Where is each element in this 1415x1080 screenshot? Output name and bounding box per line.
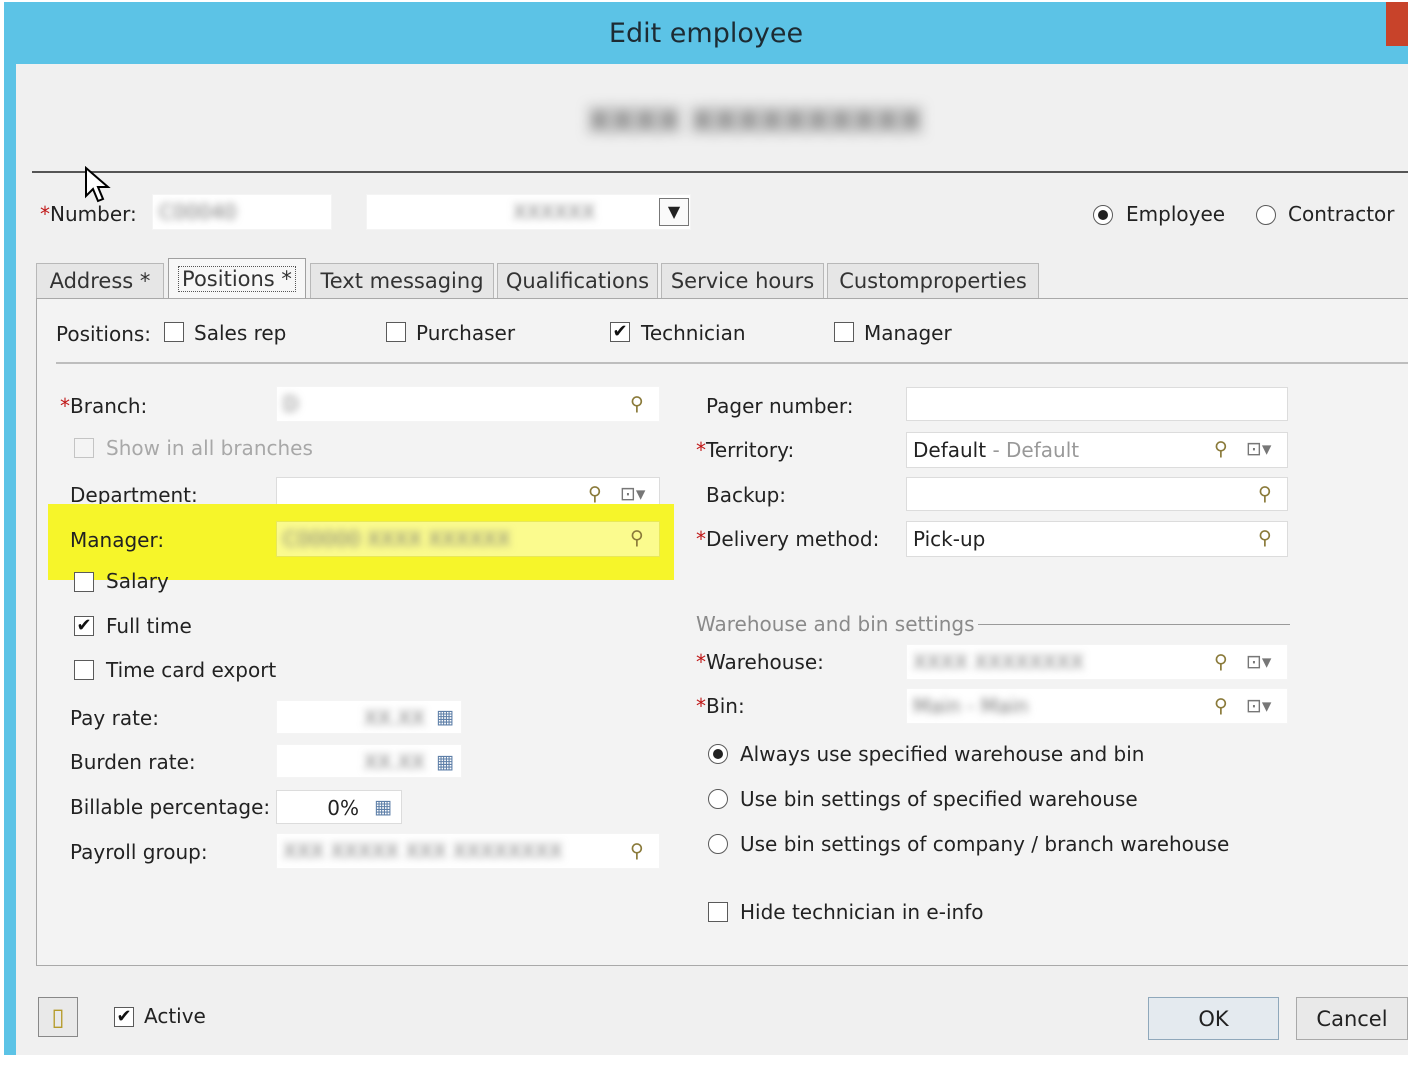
positions-divider bbox=[56, 362, 1408, 364]
tab-address[interactable]: Address * bbox=[36, 263, 164, 298]
burden-rate-field[interactable]: XX.XX bbox=[276, 744, 462, 778]
positions-label: Positions: bbox=[56, 322, 152, 346]
manager-label: Manager: bbox=[70, 528, 165, 552]
calculator-icon[interactable]: ▦ bbox=[436, 707, 454, 727]
time-card-export-label: Time card export bbox=[106, 658, 277, 682]
chevron-down-icon[interactable]: ▼ bbox=[659, 198, 689, 226]
dropdown-menu-icon[interactable]: ⊡▾ bbox=[1246, 696, 1271, 716]
dropdown-menu-icon[interactable]: ⊡▾ bbox=[1246, 652, 1271, 672]
bin-option-specified-label: Always use specified warehouse and bin bbox=[740, 742, 1145, 766]
warehouse-field[interactable]: XXXX XXXXXXXX bbox=[906, 644, 1288, 680]
search-icon[interactable]: ⚲ bbox=[1214, 439, 1228, 459]
pay-rate-field[interactable]: XX.XX bbox=[276, 700, 462, 734]
full-time-checkbox[interactable]: ✔ bbox=[74, 616, 94, 636]
tab-text-messaging[interactable]: Text messaging bbox=[310, 263, 494, 298]
active-label: Active bbox=[144, 1004, 206, 1028]
purchaser-checkbox[interactable] bbox=[386, 322, 406, 342]
pager-number-label: Pager number: bbox=[706, 394, 854, 418]
full-time-label: Full time bbox=[106, 614, 192, 638]
territory-label: *Territory: bbox=[696, 438, 795, 462]
show-all-branches-checkbox[interactable] bbox=[74, 438, 94, 458]
search-icon[interactable]: ⚲ bbox=[630, 528, 644, 548]
notes-icon[interactable]: ▯ bbox=[38, 997, 78, 1037]
bin-option-specified-radio[interactable] bbox=[708, 744, 728, 764]
mouse-cursor-icon bbox=[85, 166, 111, 203]
delivery-method-label: *Delivery method: bbox=[696, 527, 880, 551]
backup-field[interactable] bbox=[906, 477, 1288, 511]
time-card-export-checkbox[interactable] bbox=[74, 660, 94, 680]
delivery-method-field[interactable]: Pick-up bbox=[906, 521, 1288, 557]
burden-rate-label: Burden rate: bbox=[70, 750, 196, 774]
hide-technician-label: Hide technician in e-info bbox=[740, 900, 984, 924]
search-icon[interactable]: ⚲ bbox=[1258, 484, 1272, 504]
backup-label: Backup: bbox=[706, 483, 787, 507]
dropdown-menu-icon[interactable]: ⊡▾ bbox=[620, 484, 645, 504]
tab-qualifications[interactable]: Qualifications bbox=[497, 263, 658, 298]
technician-checkbox[interactable]: ✔ bbox=[610, 322, 630, 342]
bin-option-company-radio[interactable] bbox=[708, 834, 728, 854]
calculator-icon[interactable]: ▦ bbox=[436, 752, 454, 772]
hide-technician-checkbox[interactable] bbox=[708, 902, 728, 922]
technician-label: Technician bbox=[641, 321, 746, 345]
employee-name-header: XXXX XXXXXXXXXX bbox=[588, 104, 923, 139]
tab-service-hours[interactable]: Service hours bbox=[661, 263, 824, 298]
employee-radio[interactable] bbox=[1093, 205, 1113, 225]
pager-number-field[interactable] bbox=[906, 387, 1288, 421]
sales-rep-checkbox[interactable] bbox=[164, 322, 184, 342]
contractor-radio-label: Contractor bbox=[1288, 202, 1395, 226]
manager-position-label: Manager bbox=[864, 321, 952, 345]
window-title: Edit employee bbox=[608, 17, 804, 49]
bin-label: *Bin: bbox=[696, 694, 745, 718]
number-field[interactable]: C00040 bbox=[152, 194, 332, 230]
territory-field[interactable]: Default - Default bbox=[906, 432, 1288, 468]
employee-radio-label: Employee bbox=[1126, 202, 1226, 226]
contractor-radio[interactable] bbox=[1256, 205, 1276, 225]
branch-field[interactable]: D bbox=[276, 386, 660, 422]
warehouse-section-divider bbox=[978, 624, 1290, 625]
search-icon[interactable]: ⚲ bbox=[1214, 696, 1228, 716]
header-divider bbox=[32, 171, 1408, 173]
salary-label: Salary bbox=[106, 569, 169, 593]
ok-button[interactable]: OK bbox=[1148, 997, 1279, 1040]
search-icon[interactable]: ⚲ bbox=[1258, 528, 1272, 548]
manager-field[interactable]: C00000 XXXX XXXXXX bbox=[276, 521, 660, 557]
bin-option-warehouse-label: Use bin settings of specified warehouse bbox=[740, 787, 1138, 811]
salary-checkbox[interactable] bbox=[74, 572, 94, 592]
search-icon[interactable]: ⚲ bbox=[630, 841, 644, 861]
tab-positions[interactable]: Positions * bbox=[168, 258, 306, 298]
pay-rate-label: Pay rate: bbox=[70, 706, 159, 730]
billable-percentage-label: Billable percentage: bbox=[70, 795, 271, 819]
purchaser-label: Purchaser bbox=[416, 321, 516, 345]
search-icon[interactable]: ⚲ bbox=[1214, 652, 1228, 672]
edit-employee-window: Edit employee XXXX XXXXXXXXXX *Number: C… bbox=[4, 2, 1408, 1055]
bin-option-company-label: Use bin settings of company / branch war… bbox=[740, 832, 1230, 856]
show-all-branches-label: Show in all branches bbox=[106, 436, 313, 460]
payroll-group-field[interactable]: XXX XXXXX XXX XXXXXXXX bbox=[276, 833, 660, 869]
calculator-icon[interactable]: ▦ bbox=[374, 797, 392, 817]
manager-position-checkbox[interactable] bbox=[834, 322, 854, 342]
warehouse-label: *Warehouse: bbox=[696, 650, 824, 674]
bin-option-warehouse-radio[interactable] bbox=[708, 789, 728, 809]
warehouse-section-title: Warehouse and bin settings bbox=[696, 612, 975, 636]
tab-customproperties[interactable]: Customproperties bbox=[827, 263, 1039, 298]
dropdown-menu-icon[interactable]: ⊡▾ bbox=[1246, 439, 1271, 459]
sales-rep-label: Sales rep bbox=[194, 321, 287, 345]
search-icon[interactable]: ⚲ bbox=[588, 484, 602, 504]
cancel-button[interactable]: Cancel bbox=[1296, 997, 1408, 1040]
branch-label: *Branch: bbox=[60, 394, 148, 418]
bin-field[interactable]: Main - Main bbox=[906, 688, 1288, 724]
search-icon[interactable]: ⚲ bbox=[630, 394, 644, 414]
active-checkbox[interactable]: ✔ bbox=[114, 1007, 134, 1027]
close-button[interactable] bbox=[1386, 2, 1408, 46]
dialog-body: XXXX XXXXXXXXXX *Number: C00040 XXXXXX ▼… bbox=[16, 64, 1408, 1055]
payroll-group-label: Payroll group: bbox=[70, 840, 208, 864]
number-type-select[interactable]: XXXXXX bbox=[366, 194, 691, 230]
